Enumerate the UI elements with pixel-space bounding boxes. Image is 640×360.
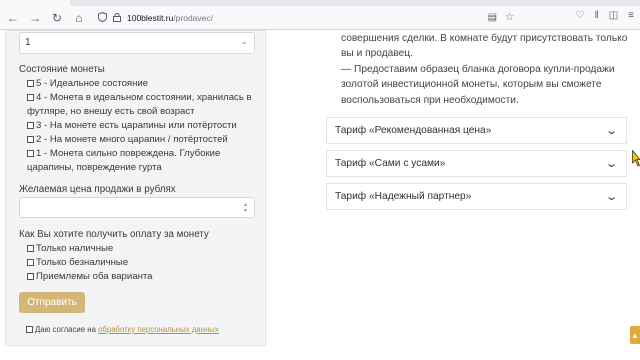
sell-form-panel: 1 ⌄ Состояние монеты 5 - Идеальное состо…: [5, 30, 266, 346]
description-text: совершения сделки. В комнате будут прису…: [341, 31, 631, 108]
url-text[interactable]: 100blestit.ru/prodavec/: [127, 13, 213, 23]
lock-icon[interactable]: [113, 12, 121, 25]
tariff-accordion-self[interactable]: Тариф «Сами с усами» ⌄: [326, 150, 627, 177]
condition-option-4[interactable]: 4 - Монета в идеальном состоянии, хранил…: [27, 91, 263, 119]
payment-option-label: Только наличные: [36, 243, 114, 254]
consent-text: Даю согласие на: [35, 325, 99, 334]
checkbox[interactable]: [27, 79, 34, 87]
tariff-accordion-recommended[interactable]: Тариф «Рекомендованная цена» ⌄: [326, 117, 627, 144]
chevron-down-icon: ⌄: [604, 158, 618, 170]
payment-option-cashless[interactable]: Только безналичные: [27, 256, 263, 270]
url-host: 100blestit.ru: [127, 13, 174, 23]
library-icon[interactable]: ‖: [595, 10, 599, 21]
condition-option-label: 1 - Монета сильно повреждена. Глубокие ц…: [27, 148, 221, 173]
home-icon: ⌂: [75, 10, 83, 25]
condition-option-5[interactable]: 5 - Идеальное состояние: [27, 77, 263, 91]
tariff-title: Тариф «Сами с усами»: [335, 158, 446, 169]
checkbox[interactable]: [27, 272, 34, 280]
condition-option-1[interactable]: 1 - Монета сильно повреждена. Глубокие ц…: [27, 147, 263, 175]
price-label: Желаемая цена продажи в рублях: [19, 184, 176, 195]
sidebar-icon[interactable]: ◫: [609, 10, 618, 21]
quantity-value: 1: [25, 37, 31, 48]
url-bar[interactable]: 100blestit.ru/prodavec/ ▤ ☆: [92, 9, 520, 27]
forward-button[interactable]: →: [26, 9, 44, 27]
checkbox[interactable]: [27, 258, 34, 266]
checkbox[interactable]: [27, 244, 34, 252]
paragraph-line: — Предоставим образец бланка договора ку…: [341, 63, 615, 75]
back-button[interactable]: ←: [4, 9, 22, 27]
payment-option-cash[interactable]: Только наличные: [27, 242, 263, 256]
condition-option-label: 3 - На монете есть царапины или потёртос…: [36, 120, 237, 131]
consent-checkbox-row[interactable]: Даю согласие на обработку персональных д…: [26, 325, 219, 334]
back-arrow-icon: ←: [7, 10, 19, 25]
payment-label: Как Вы хотите получить оплату за монету: [19, 229, 209, 240]
paragraph-line: воспользоваться при необходимости.: [341, 94, 519, 106]
bookmark-star-icon[interactable]: ☆: [505, 12, 514, 23]
tariff-title: Тариф «Надежный партнер»: [335, 191, 472, 202]
quantity-select[interactable]: 1 ⌄: [19, 32, 255, 54]
chevron-down-icon: ⌄: [604, 191, 618, 203]
shield-icon[interactable]: [98, 11, 107, 25]
reload-button[interactable]: ↻: [48, 9, 66, 27]
checkbox[interactable]: [27, 135, 34, 143]
submit-button[interactable]: Отправить: [19, 292, 85, 313]
tariff-accordion-partner[interactable]: Тариф «Надежный партнер» ⌄: [326, 183, 627, 210]
pocket-icon[interactable]: ♡: [576, 10, 585, 21]
checkbox[interactable]: [26, 326, 33, 333]
price-input[interactable]: ▲ ▼: [19, 197, 255, 218]
tariff-title: Тариф «Рекомендованная цена»: [335, 125, 492, 136]
paragraph-line: вы и продавец.: [341, 48, 413, 60]
chevron-down-icon: ⌄: [240, 36, 248, 46]
arrow-up-icon: ▲: [631, 330, 639, 340]
reader-view-icon[interactable]: ▤: [488, 12, 497, 23]
checkbox[interactable]: [27, 149, 34, 157]
number-spinner[interactable]: ▲ ▼: [243, 202, 249, 214]
condition-option-2[interactable]: 2 - На монете много царапин / потёртосте…: [27, 133, 263, 147]
privacy-policy-link[interactable]: обработку персональных данных: [98, 325, 219, 334]
condition-label: Состояние монеты: [19, 64, 105, 75]
browser-toolbar: ← → ↻ ⌂ 100blestit.ru/prodavec/ ▤ ☆ ♡ ‖ …: [0, 6, 640, 30]
checkbox[interactable]: [27, 121, 34, 129]
home-button[interactable]: ⌂: [70, 9, 88, 27]
paragraph-line: совершения сделки. В комнате будут прису…: [341, 33, 628, 44]
payment-option-label: Приемлемы оба варианта: [36, 271, 153, 282]
paragraph-line: золотой инвестиционной монеты, которым в…: [341, 79, 602, 91]
scroll-to-top-button[interactable]: ▲: [630, 326, 640, 344]
condition-option-3[interactable]: 3 - На монете есть царапины или потёртос…: [27, 119, 263, 133]
menu-icon[interactable]: ≡: [628, 10, 634, 21]
condition-option-label: 2 - На монете много царапин / потёртосте…: [36, 134, 228, 145]
condition-option-label: 4 - Монета в идеальном состоянии, хранил…: [27, 92, 252, 117]
condition-option-label: 5 - Идеальное состояние: [36, 78, 149, 89]
mouse-cursor-icon: [632, 150, 640, 167]
url-path: /prodavec/: [173, 13, 214, 23]
chevron-down-icon: ⌄: [604, 125, 618, 137]
reload-icon: ↻: [51, 10, 63, 25]
checkbox[interactable]: [27, 93, 34, 101]
forward-arrow-icon: →: [29, 10, 41, 25]
payment-option-both[interactable]: Приемлемы оба варианта: [27, 270, 263, 284]
payment-option-label: Только безналичные: [36, 257, 129, 268]
